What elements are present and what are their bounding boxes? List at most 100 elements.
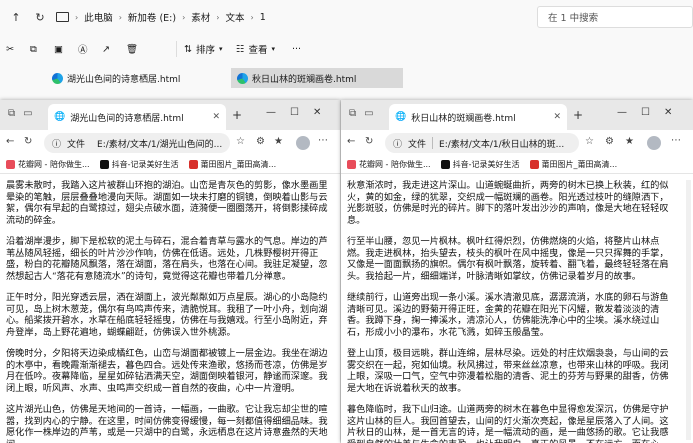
file-name: 秋日山林的斑斓画卷.html bbox=[252, 74, 357, 85]
url-prefix: 文件 bbox=[67, 139, 86, 150]
share-icon[interactable]: ↗ bbox=[102, 44, 110, 55]
browser-tab[interactable]: 🌐 秋日山林的斑斓画卷.html ✕ bbox=[389, 104, 567, 130]
new-tab-button[interactable]: + bbox=[232, 108, 242, 122]
tab-bar: ⧉ ▭ 🌐 湖光山色间的诗意栖居.html ✕ + — ☐ ✕ bbox=[0, 100, 340, 130]
copy-icon[interactable]: ⧉ bbox=[30, 44, 37, 55]
view-button[interactable]: ☷ 查看 ▾ bbox=[236, 42, 276, 57]
bookmark-label: 花瓣网 - 陪你做生... bbox=[18, 160, 90, 169]
paragraph: 傍晚时分，夕阳将天边染成橘红色，山峦与湖面都被镀上一层金边。我坐在湖边的木亭中，… bbox=[6, 348, 328, 394]
close-tab-icon[interactable]: ✕ bbox=[212, 112, 220, 122]
page-content: 秋意渐浓时，我走进这片深山。山道蜿蜒曲折，两旁的树木已换上秋装，红的似火，黄的如… bbox=[341, 176, 685, 443]
workspaces-icon[interactable]: ⧉ bbox=[8, 108, 15, 119]
paragraph: 登上山顶，极目远眺，群山连绵，层林尽染。远处的村庄炊烟袅袅，与山间的云雾交织在一… bbox=[347, 348, 669, 394]
bookmark-item[interactable]: 莆田图片_莆田高清... bbox=[529, 159, 618, 170]
favorites-icon[interactable]: ★ bbox=[625, 136, 634, 147]
favorites-icon[interactable]: ★ bbox=[274, 136, 283, 147]
file-item-selected[interactable]: 秋日山林的斑斓画卷.html bbox=[231, 68, 403, 88]
view-label: 查看 bbox=[248, 45, 268, 56]
rename-icon[interactable]: Ⓐ bbox=[78, 42, 88, 56]
edge-icon bbox=[52, 72, 63, 84]
bookmark-label: 莆田图片_莆田高清... bbox=[541, 160, 618, 169]
breadcrumb[interactable]: › 此电脑 › 新加卷 (E:) › 素材 › 文本 › 1 bbox=[56, 6, 526, 28]
address-bar[interactable]: ⓘ 文件 E:/素材/文本/1/湖光山色间的... bbox=[44, 133, 230, 153]
vcg-icon bbox=[529, 160, 539, 169]
browser-window-right: ⧉ ▭ 🌐 秋日山林的斑斓画卷.html ✕ + — ☐ ✕ ← ↻ ⓘ 文件 … bbox=[341, 100, 693, 443]
new-item-icon[interactable]: ✂ bbox=[6, 44, 14, 55]
minimize-icon[interactable]: — bbox=[617, 107, 627, 118]
paragraph: 沿着湖岸漫步，脚下是松软的泥土与碎石，混合着青草与露水的气息。岸边的芦苇丛随风轻… bbox=[6, 236, 328, 282]
file-explorer-window: ↑ ↻ › 此电脑 › 新加卷 (E:) › 素材 › 文本 › 1 在 1 中… bbox=[0, 0, 693, 100]
more-icon[interactable]: ⋯ bbox=[318, 135, 328, 146]
tab-actions-icon[interactable]: ▭ bbox=[23, 108, 32, 119]
more-icon[interactable]: ⋯ bbox=[671, 135, 681, 146]
chevron-down-icon: ▾ bbox=[271, 45, 276, 53]
edge-icon bbox=[237, 72, 248, 84]
back-icon[interactable]: ← bbox=[6, 136, 14, 147]
tab-title: 湖光山色间的诗意栖居.html bbox=[70, 113, 184, 124]
bookmarks-bar: 花瓣网 - 陪你做生... 抖音-记录美好生活 莆田图片_莆田高清... bbox=[341, 156, 693, 174]
scrollbar[interactable] bbox=[686, 180, 691, 440]
url-bar-row: ← ↻ ⓘ 文件 E:/素材/文本/1/湖光山色间的... ☆ ⚙ ★ ⋯ bbox=[0, 130, 340, 156]
url-text: E:/素材/文本/1/湖光山色间的... bbox=[97, 139, 223, 150]
chevron-right-icon: › bbox=[118, 12, 122, 22]
sort-icon: ⇅ bbox=[184, 43, 192, 55]
url-text: E:/素材/文本/1/秋日山林的斑... bbox=[439, 139, 565, 150]
refresh-icon[interactable]: ↻ bbox=[24, 136, 32, 147]
star-icon[interactable]: ☆ bbox=[236, 136, 245, 147]
breadcrumb-item[interactable]: 素材 bbox=[191, 10, 210, 24]
breadcrumb-item[interactable]: 此电脑 bbox=[84, 10, 113, 24]
avatar[interactable] bbox=[296, 136, 310, 150]
douyin-icon bbox=[440, 160, 450, 169]
explorer-search-input[interactable]: 在 1 中搜索 bbox=[537, 6, 693, 28]
globe-icon: 🌐 bbox=[395, 112, 407, 122]
bookmark-item[interactable]: 莆田图片_莆田高清... bbox=[188, 159, 277, 170]
bookmark-label: 抖音-记录美好生活 bbox=[111, 160, 179, 169]
avatar[interactable] bbox=[647, 136, 661, 150]
delete-icon[interactable]: 🗑 bbox=[126, 44, 138, 55]
maximize-icon[interactable]: ☐ bbox=[641, 107, 650, 118]
monitor-icon bbox=[56, 12, 69, 22]
view-icon: ☷ bbox=[236, 43, 245, 55]
more-options-button[interactable]: ··· bbox=[292, 44, 301, 55]
close-tab-icon[interactable]: ✕ bbox=[553, 112, 561, 122]
breadcrumb-item[interactable]: 1 bbox=[260, 12, 266, 23]
bookmark-item[interactable]: 花瓣网 - 陪你做生... bbox=[347, 159, 431, 170]
back-icon[interactable]: ← bbox=[347, 136, 355, 147]
workspaces-icon[interactable]: ⧉ bbox=[349, 108, 356, 119]
bookmark-item[interactable]: 抖音-记录美好生活 bbox=[440, 159, 520, 170]
file-list: 湖光山色间的诗意栖居.html 秋日山林的斑斓画卷.html bbox=[0, 64, 693, 94]
chevron-right-icon: › bbox=[216, 12, 220, 22]
tab-actions-icon[interactable]: ▭ bbox=[364, 108, 373, 119]
address-bar[interactable]: ⓘ 文件 E:/素材/文本/1/秋日山林的斑... bbox=[385, 133, 579, 153]
minimize-icon[interactable]: — bbox=[266, 107, 276, 118]
chevron-right-icon: › bbox=[75, 12, 79, 22]
maximize-icon[interactable]: ☐ bbox=[290, 107, 299, 118]
paste-icon[interactable]: ▣ bbox=[54, 44, 63, 55]
globe-icon: 🌐 bbox=[54, 112, 66, 122]
chevron-right-icon: › bbox=[250, 12, 254, 22]
file-item[interactable]: 湖光山色间的诗意栖居.html bbox=[46, 68, 216, 88]
bookmark-label: 抖音-记录美好生活 bbox=[452, 160, 520, 169]
bookmark-item[interactable]: 花瓣网 - 陪你做生... bbox=[6, 159, 90, 170]
paragraph: 晨雾未散时，我踏入这片被群山环抱的湖泊。山峦是青灰色的剪影，像水墨画里晕染的笔触… bbox=[6, 180, 328, 226]
sort-button[interactable]: ⇅ 排序 ▾ bbox=[184, 42, 223, 57]
refresh-icon[interactable]: ↻ bbox=[30, 7, 50, 27]
bookmark-label: 莆田图片_莆田高清... bbox=[200, 160, 277, 169]
page-content: 晨雾未散时，我踏入这片被群山环抱的湖泊。山峦是青灰色的剪影，像水墨画里晕染的笔触… bbox=[0, 176, 340, 443]
close-window-icon[interactable]: ✕ bbox=[313, 107, 321, 118]
refresh-icon[interactable]: ↻ bbox=[365, 136, 373, 147]
browser-tab[interactable]: 🌐 湖光山色间的诗意栖居.html ✕ bbox=[48, 104, 226, 130]
extensions-icon[interactable]: ⚙ bbox=[256, 136, 265, 147]
star-icon[interactable]: ☆ bbox=[585, 136, 594, 147]
bookmark-item[interactable]: 抖音-记录美好生活 bbox=[99, 159, 179, 170]
extensions-icon[interactable]: ⚙ bbox=[605, 136, 614, 147]
close-window-icon[interactable]: ✕ bbox=[664, 107, 672, 118]
breadcrumb-item[interactable]: 文本 bbox=[225, 10, 244, 24]
breadcrumb-item[interactable]: 新加卷 (E:) bbox=[128, 10, 176, 24]
new-tab-button[interactable]: + bbox=[573, 108, 583, 122]
url-prefix: 文件 bbox=[408, 139, 427, 150]
chevron-right-icon: › bbox=[182, 12, 186, 22]
paragraph: 继续前行，山道旁出现一条小溪。溪水清澈见底，潺潺流淌，水底的卵石与游鱼清晰可见。… bbox=[347, 292, 669, 338]
back-arrow-icon[interactable]: ↑ bbox=[6, 7, 26, 27]
bookmark-label: 花瓣网 - 陪你做生... bbox=[359, 160, 431, 169]
